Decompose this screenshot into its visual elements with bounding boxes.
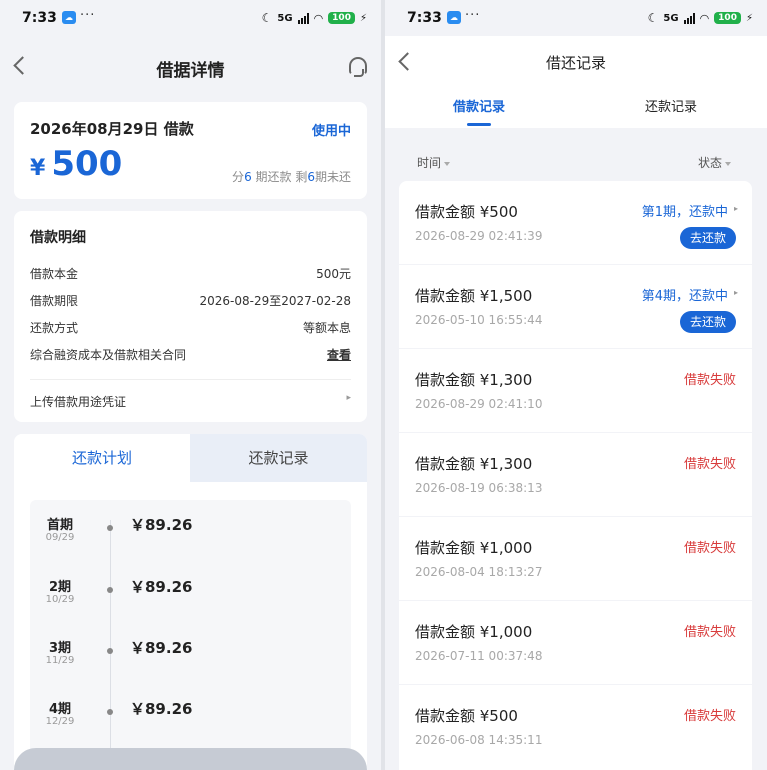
detail-title: 借款明细 xyxy=(30,230,86,246)
detail-row-period: 借款期限 2026-08-29至2027-02-28 xyxy=(30,294,351,308)
status-icons: ☾ 5G ◠ 100 ⚡ xyxy=(648,10,753,26)
loan-date: 2026年08月29日 借款 xyxy=(30,120,194,138)
chevron-right-icon: ▸ xyxy=(733,288,738,297)
nav-bar: 借还记录 xyxy=(385,36,767,92)
tab-repayment-plan[interactable]: 还款计划 xyxy=(14,434,190,482)
tab-loan-records[interactable]: 借款记录 xyxy=(453,96,505,115)
wifi-icon: ◠ xyxy=(313,11,324,25)
more-notifications-icon: ··· xyxy=(465,8,481,23)
signal-icon xyxy=(683,12,695,24)
loan-amount: ¥ 500 xyxy=(30,144,122,184)
moon-icon: ☾ xyxy=(261,11,273,25)
timeline-dot xyxy=(107,648,113,654)
amount-value: 500 xyxy=(51,144,123,184)
installment-summary: 分6 期还款 剩6期未还 xyxy=(232,170,351,184)
upload-proof-item[interactable]: 上传借款用途凭证 xyxy=(30,393,126,410)
more-notifications-icon: ··· xyxy=(80,8,96,23)
record-item[interactable]: 借款金额 ¥1,500 2026-05-10 16:55:44 第4期，还款中 … xyxy=(399,265,752,348)
plan-item: 4期 12/29 ￥89.26 xyxy=(45,700,193,727)
tab-repayment-records[interactable]: 还款记录 xyxy=(190,434,367,482)
record-item[interactable]: 借款金额 ¥1,000 2026-08-04 18:13:27 借款失败 xyxy=(399,517,752,600)
record-item[interactable]: 借款金额 ¥1,300 2026-08-29 02:41:10 借款失败 xyxy=(399,349,752,432)
chevron-right-icon: ▸ xyxy=(346,393,351,403)
battery-icon: 100 xyxy=(328,12,355,24)
wifi-icon: ◠ xyxy=(699,11,710,25)
loan-detail-card: 借款明细 借款本金 500元 借款期限 2026-08-29至2027-02-2… xyxy=(14,211,367,422)
repayment-tabs: 还款计划 还款记录 xyxy=(14,434,367,482)
charging-icon: ⚡ xyxy=(359,12,367,24)
plan-item: 2期 10/29 ￥89.26 xyxy=(45,578,193,605)
timeline-dot xyxy=(107,525,113,531)
record-item[interactable]: 借款金额 ¥500 2026-08-29 02:41:39 第1期，还款中 ▸ … xyxy=(399,181,752,264)
record-item[interactable]: 借款金额 ¥500 2026-06-08 14:35:11 借款失败 xyxy=(399,685,752,770)
page-title: 借据详情 xyxy=(156,61,225,81)
page-title: 借还记录 xyxy=(545,54,606,72)
tab-indicator xyxy=(467,123,491,126)
tab-repayment-records[interactable]: 还款记录 xyxy=(645,96,697,115)
charging-icon: ⚡ xyxy=(745,12,753,24)
signal-icon xyxy=(297,12,309,24)
caret-down-icon xyxy=(725,161,731,166)
loan-status-badge: 使用中 xyxy=(311,124,351,139)
plan-item: 3期 11/29 ￥89.26 xyxy=(45,639,193,666)
status-bar: 7:33 ☁ ··· ☾ 5G ◠ 100 ⚡ xyxy=(0,0,381,36)
network-label: 5G xyxy=(663,12,679,24)
status-bar: 7:33 ☁ ··· ☾ 5G ◠ 100 ⚡ xyxy=(385,0,767,36)
bottom-action-button[interactable] xyxy=(14,748,367,770)
view-contract-link[interactable]: 查看 xyxy=(327,346,351,363)
repay-button[interactable]: 去还款 xyxy=(680,227,736,249)
time-filter[interactable]: 时间 xyxy=(417,154,451,171)
loan-records-screen: 7:33 ☁ ··· ☾ 5G ◠ 100 ⚡ 借还记录 借款记录 还款记录 时… xyxy=(385,0,767,770)
detail-row-contract: 综合融资成本及借款相关合同 查看 xyxy=(30,346,351,363)
currency-symbol: ¥ xyxy=(30,156,46,181)
status-filter[interactable]: 状态 xyxy=(698,154,731,171)
plan-item: 首期 09/29 ￥89.26 xyxy=(45,516,193,543)
timeline-dot xyxy=(107,709,113,715)
filter-bar: 时间 状态 xyxy=(385,146,767,176)
detail-row-principal: 借款本金 500元 xyxy=(30,267,351,281)
customer-service-icon[interactable] xyxy=(349,57,367,77)
repayment-plan-list: 首期 09/29 ￥89.26 2期 10/29 ￥89.26 3期 11/29… xyxy=(30,500,351,770)
status-time: 7:33 xyxy=(22,10,57,26)
moon-icon: ☾ xyxy=(647,11,659,25)
repay-button[interactable]: 去还款 xyxy=(680,311,736,333)
timeline-dot xyxy=(107,587,113,593)
detail-row-method: 还款方式 等额本息 xyxy=(30,321,351,335)
status-icons: ☾ 5G ◠ 100 ⚡ xyxy=(262,10,367,26)
nav-bar: 借据详情 xyxy=(0,40,381,96)
status-time: 7:33 xyxy=(407,10,442,26)
cloud-icon: ☁ xyxy=(62,11,76,24)
network-label: 5G xyxy=(277,12,293,24)
divider xyxy=(30,379,351,380)
battery-icon: 100 xyxy=(714,12,741,24)
records-tabs: 借款记录 还款记录 xyxy=(385,92,767,128)
caret-down-icon xyxy=(444,161,451,166)
record-item[interactable]: 借款金额 ¥1,300 2026-08-19 06:38:13 借款失败 xyxy=(399,433,752,516)
loan-summary-card: 2026年08月29日 借款 使用中 ¥ 500 分6 期还款 剩6期未还 xyxy=(14,102,367,199)
loan-detail-screen: 7:33 ☁ ··· ☾ 5G ◠ 100 ⚡ 借据详情 2026年08月29日… xyxy=(0,0,381,770)
cloud-icon: ☁ xyxy=(447,11,461,24)
record-item[interactable]: 借款金额 ¥1,000 2026-07-11 00:37:48 借款失败 xyxy=(399,601,752,684)
chevron-right-icon: ▸ xyxy=(733,204,738,213)
repayment-card: 还款计划 还款记录 首期 09/29 ￥89.26 2期 10/29 ￥89.2… xyxy=(14,434,367,770)
